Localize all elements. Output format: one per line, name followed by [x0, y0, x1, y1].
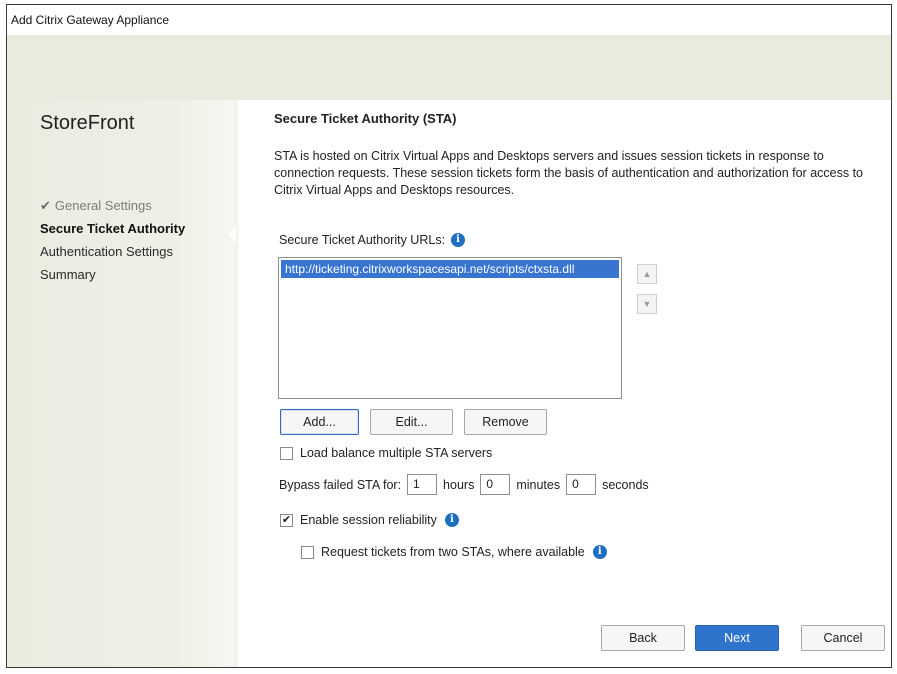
hours-input[interactable]: 1: [407, 474, 438, 495]
sidebar-divider: [235, 100, 239, 667]
page-description: STA is hosted on Citrix Virtual Apps and…: [274, 149, 863, 197]
step-general-settings[interactable]: ✔ General Settings: [40, 194, 185, 217]
check-icon: ✔: [40, 198, 51, 213]
sta-urls-label-text: Secure Ticket Authority URLs:: [279, 233, 446, 247]
header-banner: [7, 35, 891, 100]
minutes-input[interactable]: 0: [480, 474, 511, 495]
info-icon[interactable]: i: [444, 513, 459, 527]
step-authentication-settings[interactable]: Authentication Settings: [40, 240, 185, 263]
checkbox-checked[interactable]: ✔: [280, 513, 293, 527]
cancel-button[interactable]: Cancel: [801, 625, 885, 651]
remove-button[interactable]: Remove: [464, 409, 547, 435]
sta-urls-label: Secure Ticket Authority URLs: i: [279, 233, 466, 247]
window-title: Add Citrix Gateway Appliance: [7, 5, 891, 35]
load-balance-checkbox[interactable]: Load balance multiple STA servers: [280, 446, 492, 460]
page-title: Secure Ticket Authority (STA): [274, 111, 457, 126]
seconds-label: seconds: [602, 477, 649, 492]
step-label: Secure Ticket Authority: [40, 221, 186, 236]
two-stas-checkbox[interactable]: Request tickets from two STAs, where ava…: [301, 545, 607, 559]
step-label: Authentication Settings: [40, 244, 173, 259]
session-reliability-checkbox[interactable]: ✔ Enable session reliability i: [280, 513, 459, 527]
arrow-up-icon: ▲: [642, 269, 652, 279]
move-up-button[interactable]: ▲: [637, 264, 657, 284]
hours-label: hours: [443, 477, 475, 492]
info-icon[interactable]: i: [451, 233, 466, 247]
two-stas-label: Request tickets from two STAs, where ava…: [321, 545, 585, 559]
arrow-down-icon: ▼: [642, 299, 652, 309]
move-down-button[interactable]: ▼: [637, 294, 657, 314]
list-item[interactable]: http://ticketing.citrixworkspacesapi.net…: [281, 260, 619, 278]
sidebar: [7, 100, 239, 667]
back-button[interactable]: Back: [601, 625, 685, 651]
step-label: General Settings: [54, 198, 152, 213]
step-secure-ticket-authority[interactable]: Secure Ticket Authority: [40, 217, 185, 240]
session-reliability-label: Enable session reliability: [300, 513, 437, 527]
next-button[interactable]: Next: [695, 625, 779, 651]
bypass-label: Bypass failed STA for:: [279, 477, 402, 492]
active-step-pointer: [228, 227, 236, 243]
minutes-label: minutes: [516, 477, 561, 492]
checkbox-box[interactable]: [280, 446, 293, 460]
checkbox-box[interactable]: [301, 545, 314, 559]
edit-button[interactable]: Edit...: [370, 409, 453, 435]
sta-url-list[interactable]: http://ticketing.citrixworkspacesapi.net…: [278, 257, 622, 399]
wizard-steps: ✔ General Settings Secure Ticket Authorit…: [40, 194, 185, 286]
seconds-input[interactable]: 0: [566, 474, 597, 495]
step-summary[interactable]: Summary: [40, 263, 185, 286]
add-button[interactable]: Add...: [280, 409, 359, 435]
product-name: StoreFront: [40, 112, 135, 134]
bypass-row: Bypass failed STA for: 1 hours 0 minutes…: [279, 474, 649, 495]
load-balance-label: Load balance multiple STA servers: [300, 446, 493, 460]
info-icon[interactable]: i: [592, 545, 607, 559]
step-label: Summary: [40, 267, 96, 282]
